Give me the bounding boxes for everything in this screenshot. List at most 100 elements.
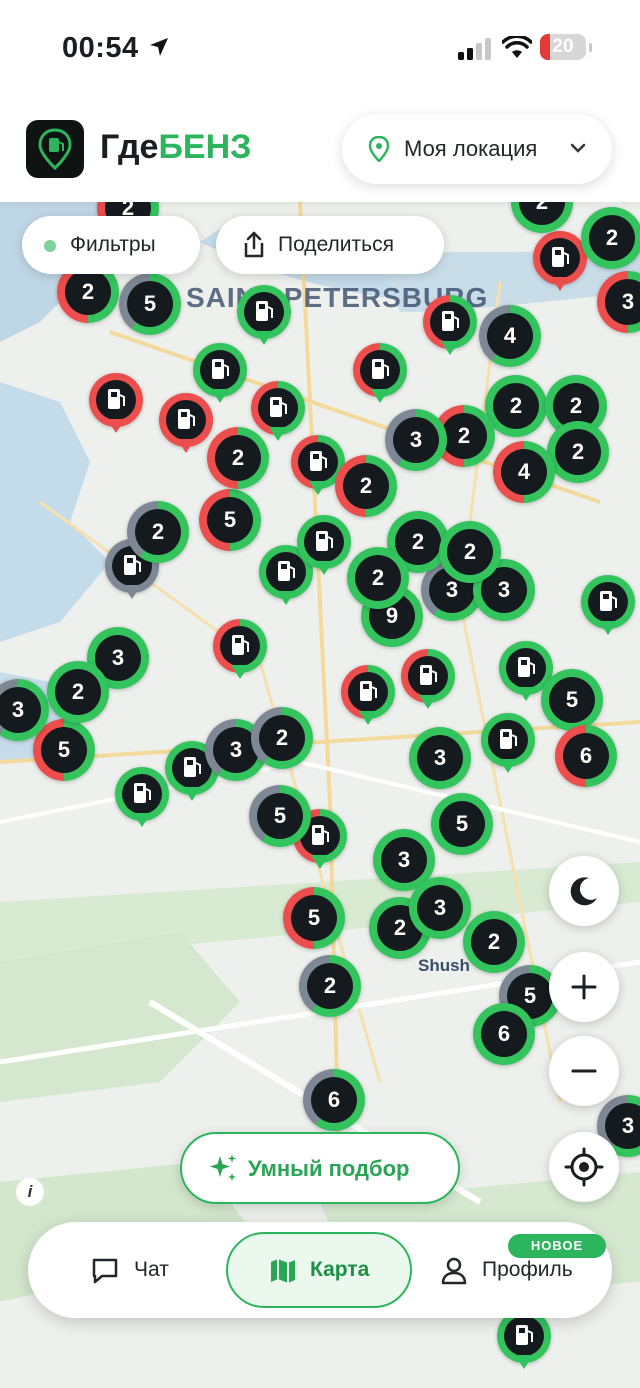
cluster-marker[interactable]: 6 [303,1069,365,1131]
fuel-station-pin[interactable] [341,665,395,725]
map-pin-icon [368,136,390,162]
cluster-marker[interactable]: 5 [119,273,181,335]
cluster-marker[interactable]: 5 [431,793,493,855]
cluster-marker[interactable]: 2 [335,455,397,517]
fuel-station-pin[interactable] [401,649,455,709]
tab-chat[interactable]: Чат [28,1222,218,1318]
zoom-in-button[interactable] [549,952,619,1022]
fuel-station-pin[interactable] [581,575,635,635]
share-label: Поделиться [278,233,394,256]
cluster-count: 2 [447,529,493,575]
cluster-marker[interactable]: 2 [347,547,409,609]
fuel-station-pin[interactable] [193,343,247,403]
fuel-pump-icon [256,301,273,321]
fuel-station-pin[interactable] [297,515,351,575]
cluster-marker[interactable]: 2 [207,427,269,489]
cluster-marker[interactable]: 3 [385,409,447,471]
moon-icon [570,877,597,906]
fuel-pump-icon [600,591,617,611]
fuel-pump-icon [310,451,327,471]
share-button[interactable]: Поделиться [216,216,444,274]
fuel-station-pin[interactable] [159,393,213,453]
fuel-station-pin[interactable] [89,373,143,433]
location-selector-button[interactable]: Моя локация [342,114,612,184]
cluster-marker[interactable]: 2 [47,661,109,723]
cluster-marker[interactable]: 5 [541,669,603,731]
cluster-marker[interactable]: 5 [249,785,311,847]
fuel-pump-icon [500,729,517,749]
cluster-count: 4 [487,313,533,359]
cluster-marker[interactable]: 2 [299,955,361,1017]
filters-button[interactable]: Фильтры [22,216,200,274]
fuel-pump-icon [134,783,151,803]
cluster-marker[interactable]: 2 [439,521,501,583]
fuel-station-pin[interactable] [213,619,267,679]
app-title-prefix: Где [100,128,159,166]
tab-map-label: Карта [310,1258,370,1281]
map-info-button[interactable]: i [16,1178,44,1206]
map-icon [271,1259,295,1283]
cluster-count: 5 [127,281,173,327]
map-view[interactable]: SAINT PETERSBURG Shush 2 2 5 4 2 2 3 2 2… [0,202,640,1388]
chevron-down-icon [570,143,586,153]
cluster-count: 6 [563,733,609,779]
my-location-button[interactable] [549,1132,619,1202]
tab-profile-label: Профиль [482,1258,573,1281]
cluster-marker[interactable]: 3 [409,727,471,789]
cluster-marker[interactable]: 3 [409,877,471,939]
fuel-station-pin[interactable] [533,231,587,291]
fuel-pump-icon [420,665,437,685]
cluster-marker[interactable]: 2 [547,421,609,483]
cluster-marker[interactable]: 2 [463,911,525,973]
status-bar: 00:54 20 [0,0,640,96]
cluster-marker[interactable]: 2 [127,501,189,563]
zoom-out-button[interactable] [549,1036,619,1106]
smart-pick-label: Умный подбор [248,1156,410,1181]
theme-toggle-button[interactable] [549,856,619,926]
cluster-count: 2 [65,269,111,315]
cluster-count: 2 [493,383,539,429]
cluster-marker[interactable]: 2 [581,207,640,269]
filter-status-dot [44,240,56,252]
cluster-count: 2 [135,509,181,555]
location-arrow-icon [150,38,168,56]
cluster-count: 2 [55,669,101,715]
fuel-station-pin[interactable] [423,295,477,355]
cluster-count: 6 [311,1077,357,1123]
fuel-station-pin[interactable] [353,343,407,403]
cluster-marker[interactable]: 6 [555,725,617,787]
fuel-pump-icon [232,635,249,655]
fuel-pump-icon [108,389,125,409]
bottom-tab-bar: Чат Карта Профиль НОВОЕ [28,1222,612,1318]
fuel-pump-icon [518,657,535,677]
cluster-marker[interactable]: 2 [251,707,313,769]
cluster-marker[interactable]: 5 [283,887,345,949]
cluster-count: 6 [481,1011,527,1057]
cluster-count: 5 [439,801,485,847]
cluster-marker[interactable]: 5 [199,489,261,551]
tab-map[interactable]: Карта [226,1232,412,1308]
fuel-pump-icon [270,397,287,417]
status-time: 00:54 [62,32,139,64]
cluster-marker[interactable]: 4 [493,441,555,503]
fuel-station-pin[interactable] [251,381,305,441]
location-label: Моя локация [404,136,538,161]
fuel-pump-icon [178,409,195,429]
fuel-station-pin[interactable] [115,767,169,827]
fuel-station-pin[interactable] [237,285,291,345]
cluster-count: 3 [605,279,640,325]
cluster-marker[interactable]: 2 [485,375,547,437]
share-icon [244,231,264,258]
tab-chat-label: Чат [134,1258,169,1281]
fuel-pump-icon [552,247,569,267]
fuel-pump-icon [278,561,295,581]
battery-indicator: 20 [540,34,592,60]
fuel-pump-icon [316,531,333,551]
cluster-marker[interactable]: 6 [473,1003,535,1065]
cluster-count: 3 [381,837,427,883]
app-header: ГдеБЕНЗ Моя локация [0,96,640,202]
cluster-marker[interactable]: 4 [479,305,541,367]
minus-icon [571,1069,597,1073]
smart-pick-button[interactable]: Умный подбор [180,1132,460,1204]
fuel-station-pin[interactable] [481,713,535,773]
